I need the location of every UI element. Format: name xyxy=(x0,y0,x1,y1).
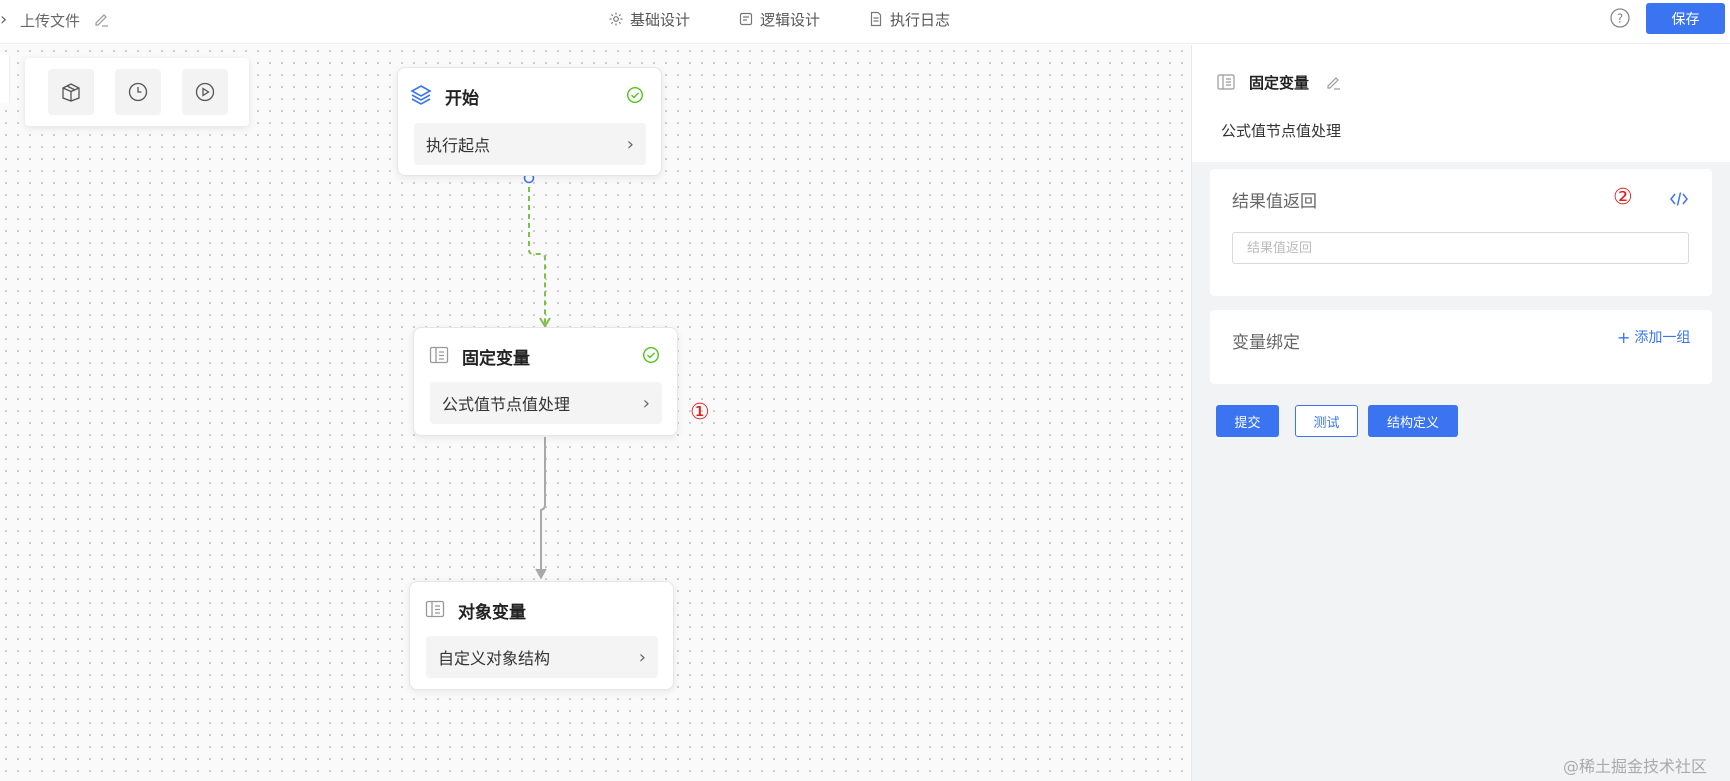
design-tabs: 基础设计 逻辑设计 执行日志 xyxy=(608,0,998,38)
svg-text:?: ? xyxy=(1617,12,1623,26)
gear-icon xyxy=(609,12,623,26)
chevron-right-icon: › xyxy=(626,133,634,155)
chevron-right-icon: › xyxy=(638,646,646,668)
top-bar: › 上传文件 基础设计 逻辑设计 执行日志 ? 保存 xyxy=(0,0,1730,44)
edit-icon[interactable] xyxy=(1325,74,1341,90)
tab-label: 逻辑设计 xyxy=(760,10,821,29)
node-row-label: 公式值节点值处理 xyxy=(442,395,571,414)
section-title: 结果值返回 xyxy=(1232,192,1317,212)
help-icon[interactable]: ? xyxy=(1609,7,1631,29)
edge-fixed-to-object xyxy=(539,437,546,576)
edit-icon[interactable] xyxy=(93,11,109,27)
tab-label: 基础设计 xyxy=(630,10,691,29)
success-check-icon xyxy=(642,346,660,364)
watermark: @稀土掘金技术社区 xyxy=(1563,757,1708,776)
properties-panel: 固定变量 公式值节点值处理 结果值返回 ② 变量绑定 + 添加一组 提交 测试 … xyxy=(1191,45,1730,781)
plus-icon: + xyxy=(1617,327,1631,347)
section-title: 变量绑定 xyxy=(1232,333,1300,353)
code-icon[interactable] xyxy=(1669,189,1689,209)
variable-binding-card: 变量绑定 + 添加一组 xyxy=(1210,310,1712,384)
list-panel-icon xyxy=(1217,74,1235,90)
structure-definition-button[interactable]: 结构定义 xyxy=(1368,405,1458,437)
edge-start-to-fixed xyxy=(528,178,546,324)
annotation-two: ② xyxy=(1613,185,1633,210)
tab-basic-design[interactable]: 基础设计 xyxy=(608,0,690,38)
node-row[interactable]: 自定义对象结构 › xyxy=(426,636,658,678)
list-panel-icon xyxy=(425,600,445,618)
node-start[interactable]: 开始 执行起点 › xyxy=(397,67,662,176)
node-row-label: 执行起点 xyxy=(426,136,491,155)
file-name: 上传文件 xyxy=(20,12,81,30)
node-object-variable[interactable]: 对象变量 自定义对象结构 › xyxy=(409,581,674,690)
tab-execution-log[interactable]: 执行日志 xyxy=(868,0,950,38)
node-row[interactable]: 公式值节点值处理 › xyxy=(430,382,662,424)
success-check-icon xyxy=(626,86,644,104)
tab-label: 执行日志 xyxy=(890,10,951,29)
node-row[interactable]: 执行起点 › xyxy=(414,123,646,165)
result-return-card: 结果值返回 ② xyxy=(1210,169,1712,296)
test-button[interactable]: 测试 xyxy=(1295,405,1358,437)
submit-button[interactable]: 提交 xyxy=(1216,405,1279,437)
tab-logic-design[interactable]: 逻辑设计 xyxy=(738,0,820,38)
layers-icon xyxy=(410,85,432,105)
panel-header: 固定变量 公式值节点值处理 xyxy=(1192,45,1730,162)
node-row-label: 自定义对象结构 xyxy=(438,649,551,668)
node-title: 固定变量 xyxy=(462,349,530,369)
logic-icon xyxy=(739,12,753,26)
panel-title: 固定变量 xyxy=(1249,74,1310,92)
save-button[interactable]: 保存 xyxy=(1646,3,1725,34)
add-group-button[interactable]: + 添加一组 xyxy=(1617,327,1690,347)
add-group-label: 添加一组 xyxy=(1634,330,1691,346)
node-title: 开始 xyxy=(445,89,479,109)
list-panel-icon xyxy=(429,346,449,364)
back-chevron-icon[interactable]: › xyxy=(0,9,7,30)
annotation-one: ① xyxy=(690,400,710,425)
document-icon xyxy=(870,11,882,27)
result-return-input[interactable] xyxy=(1232,232,1689,264)
edge-arrow-head xyxy=(535,568,547,580)
node-fixed-variable[interactable]: 固定变量 公式值节点值处理 › xyxy=(413,327,678,436)
chevron-right-icon: › xyxy=(642,392,650,414)
node-title: 对象变量 xyxy=(458,603,526,623)
panel-subtitle: 公式值节点值处理 xyxy=(1221,122,1342,140)
flow-canvas[interactable]: 开始 执行起点 › 固定变量 公式值节点值处理 › ① 对象变量 自定义对象结构… xyxy=(0,45,1191,781)
